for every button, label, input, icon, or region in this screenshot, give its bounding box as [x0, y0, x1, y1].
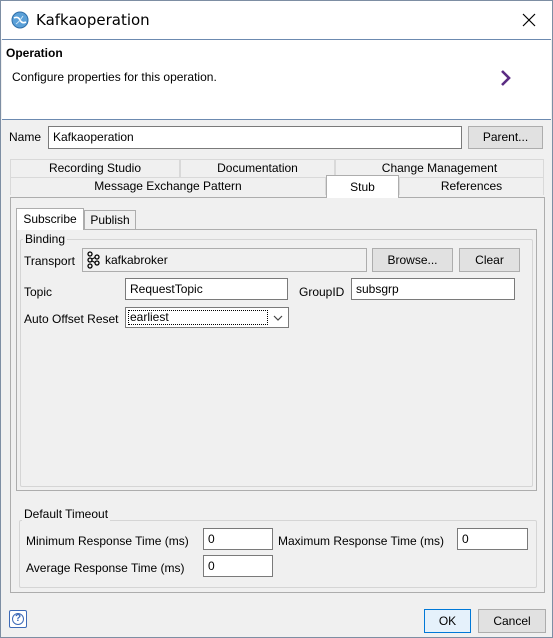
name-input[interactable]: Kafkaoperation [48, 126, 462, 149]
parent-button[interactable]: Parent... [468, 126, 543, 149]
max-response-label: Maximum Response Time (ms) [278, 534, 445, 548]
header-banner: Operation Configure properties for this … [2, 39, 551, 120]
transport-label: Transport [24, 254, 75, 268]
help-icon: ? [12, 613, 24, 625]
min-response-input[interactable]: 0 [203, 528, 273, 550]
subscribe-panel: Binding Transport kafkabroker Browse... … [16, 229, 537, 491]
banner-description: Configure properties for this operation. [12, 70, 217, 84]
auto-offset-reset-label: Auto Offset Reset [24, 312, 119, 326]
tab-message-exchange-pattern[interactable]: Message Exchange Pattern [10, 177, 326, 195]
browse-button[interactable]: Browse... [372, 248, 453, 272]
banner-title: Operation [6, 46, 63, 60]
subtab-publish[interactable]: Publish [84, 210, 136, 230]
chevron-right-icon [501, 70, 511, 86]
subtab-subscribe[interactable]: Subscribe [16, 208, 84, 230]
name-label: Name [9, 130, 42, 144]
stub-tab-panel: Subscribe Publish Binding Transport kafk… [10, 197, 545, 593]
tab-recording-studio[interactable]: Recording Studio [10, 159, 180, 177]
dialog-window: Kafkaoperation Operation Configure prope… [0, 0, 553, 638]
groupid-label: GroupID [299, 285, 345, 299]
ok-button[interactable]: OK [424, 609, 471, 633]
groupid-input[interactable]: subsgrp [351, 278, 515, 300]
clear-button[interactable]: Clear [459, 248, 520, 272]
min-response-label: Minimum Response Time (ms) [26, 534, 189, 548]
window-title: Kafkaoperation [36, 11, 150, 29]
topic-label: Topic [24, 285, 53, 299]
avg-response-label: Average Response Time (ms) [26, 561, 185, 575]
transport-field: kafkabroker [82, 248, 367, 272]
help-button[interactable]: ? [9, 610, 27, 628]
tab-documentation[interactable]: Documentation [180, 159, 335, 177]
binding-group-label: Binding [23, 232, 68, 246]
binding-group [20, 239, 533, 487]
cancel-button[interactable]: Cancel [478, 609, 546, 633]
max-response-input[interactable]: 0 [457, 528, 528, 550]
globe-icon [11, 11, 29, 29]
default-timeout-label: Default Timeout [22, 507, 111, 521]
auto-offset-reset-select[interactable]: earliest [125, 307, 289, 328]
title-bar: Kafkaoperation [1, 1, 552, 39]
close-button[interactable] [506, 1, 552, 39]
auto-offset-reset-value: earliest [128, 310, 268, 325]
topic-input[interactable]: RequestTopic [125, 278, 288, 300]
transport-value: kafkabroker [105, 253, 168, 267]
tab-references[interactable]: References [399, 177, 544, 195]
close-icon [522, 13, 536, 27]
tab-stub[interactable]: Stub [326, 175, 399, 198]
kafka-icon [87, 251, 100, 269]
avg-response-input[interactable]: 0 [203, 555, 273, 577]
chevron-down-icon [270, 310, 286, 325]
